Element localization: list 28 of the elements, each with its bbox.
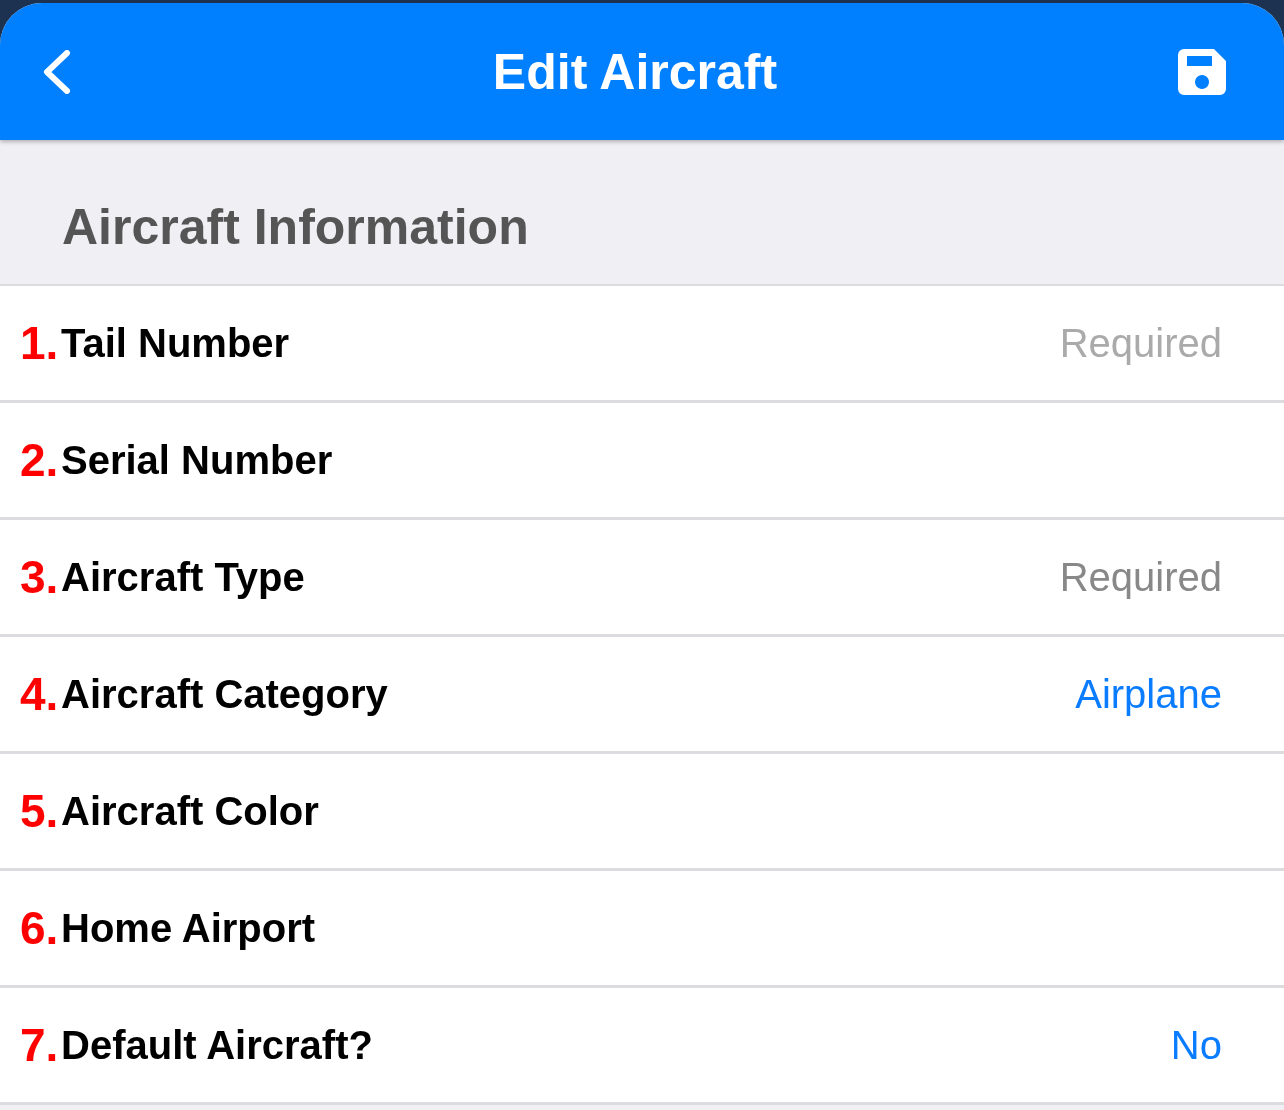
field-label: Default Aircraft? [61, 1022, 374, 1068]
field-label: Home Airport [61, 905, 317, 951]
field-label: Aircraft Type [61, 554, 306, 600]
form-row[interactable]: 3.Aircraft Type Required [0, 520, 1284, 637]
back-icon[interactable] [42, 49, 72, 94]
form-row[interactable]: 2.Serial Number [0, 403, 1284, 520]
field-value[interactable]: No [1170, 1022, 1222, 1068]
field-label: Aircraft Category [61, 671, 389, 717]
row-number: 7. [20, 1018, 60, 1072]
field-label: Serial Number [61, 437, 334, 483]
row-number: 6. [20, 901, 60, 955]
row-number: 1. [20, 316, 60, 370]
form-row[interactable]: 6.Home Airport [0, 871, 1284, 988]
row-number: 3. [20, 550, 60, 604]
field-value[interactable]: Airplane [1075, 671, 1222, 717]
field-value[interactable]: Required [1059, 554, 1222, 600]
form-row[interactable]: 4.Aircraft Category Airplane [0, 637, 1284, 754]
form-row[interactable]: 7.Default Aircraft? No [0, 988, 1284, 1105]
save-icon[interactable] [1178, 48, 1226, 95]
field-label: Tail Number [61, 320, 291, 366]
form-row[interactable]: 5.Aircraft Color [0, 754, 1284, 871]
form-row[interactable]: 1.Tail Number Required [0, 286, 1284, 403]
row-number: 5. [20, 784, 60, 838]
section-title: Aircraft Information [62, 198, 529, 256]
row-number: 2. [20, 433, 60, 487]
row-number: 4. [20, 667, 60, 721]
field-label: Aircraft Color [61, 788, 320, 834]
screen-title: Edit Aircraft [491, 42, 779, 101]
